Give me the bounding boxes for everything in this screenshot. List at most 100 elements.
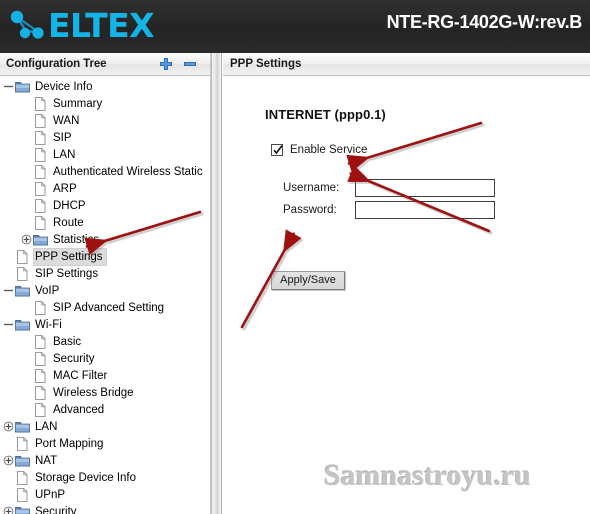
minus-icon[interactable] bbox=[182, 56, 198, 72]
document-icon bbox=[33, 113, 48, 128]
tree-item-arp[interactable]: ARP bbox=[0, 180, 210, 197]
tree-item-label: WAN bbox=[53, 114, 80, 127]
tree-item-summary[interactable]: Summary bbox=[0, 95, 210, 112]
plus-expander-icon[interactable] bbox=[2, 420, 15, 433]
tree-item-lan[interactable]: LAN bbox=[0, 146, 210, 163]
tree-item-label: SIP bbox=[53, 131, 72, 144]
tree-item-security[interactable]: Security bbox=[0, 350, 210, 367]
tree-item-basic[interactable]: Basic bbox=[0, 333, 210, 350]
document-icon bbox=[33, 215, 48, 230]
password-row: Password: bbox=[283, 201, 495, 219]
app-header: ELTEX NTE-RG-1402G-W:rev.B bbox=[0, 0, 590, 53]
tree-item-wireless-bridge[interactable]: Wireless Bridge bbox=[0, 384, 210, 401]
folder-icon bbox=[15, 80, 30, 94]
document-icon bbox=[33, 164, 48, 179]
document-icon bbox=[33, 334, 48, 349]
document-icon bbox=[33, 368, 48, 383]
folder-icon bbox=[15, 505, 30, 514]
document-icon bbox=[15, 470, 30, 485]
username-row: Username: bbox=[283, 179, 495, 197]
plus-icon[interactable] bbox=[158, 56, 174, 72]
tree-item-label: Basic bbox=[53, 335, 82, 348]
document-icon bbox=[15, 266, 30, 281]
document-icon bbox=[33, 96, 48, 111]
tree-item-voip[interactable]: VoIP bbox=[0, 282, 210, 299]
tree-item-route[interactable]: Route bbox=[0, 214, 210, 231]
document-icon bbox=[33, 181, 48, 196]
sidebar-header: Configuration Tree bbox=[0, 53, 210, 76]
tree-item-label: PPP Settings bbox=[34, 248, 106, 265]
enable-service-row[interactable]: Enable Service bbox=[271, 144, 367, 156]
tree-item-statistics[interactable]: Statistics bbox=[0, 231, 210, 248]
tree-item-label: Security bbox=[35, 505, 77, 514]
document-icon bbox=[33, 147, 48, 162]
tree-item-label: Device Info bbox=[35, 80, 93, 93]
tree-item-label: Wireless Bridge bbox=[53, 386, 134, 399]
tree-item-label: SIP Advanced Setting bbox=[53, 301, 165, 314]
brand-wordmark: ELTEX bbox=[48, 6, 155, 45]
document-icon bbox=[33, 385, 48, 400]
configuration-tree-panel: Configuration Tree Device Info Summary WAN… bbox=[0, 53, 211, 514]
tree-item-wi-fi[interactable]: Wi-Fi bbox=[0, 316, 210, 333]
folder-icon bbox=[33, 233, 48, 247]
tree-item-authenticated-wireless-static[interactable]: Authenticated Wireless Static bbox=[0, 163, 210, 180]
tree-item-port-mapping[interactable]: Port Mapping bbox=[0, 435, 210, 452]
apply-save-button[interactable]: Apply/Save bbox=[271, 271, 345, 290]
username-input[interactable] bbox=[355, 179, 495, 197]
plus-expander-icon[interactable] bbox=[2, 454, 15, 467]
document-icon bbox=[15, 436, 30, 451]
tree-item-label: SIP Settings bbox=[35, 267, 99, 280]
tree-item-label: VoIP bbox=[35, 284, 60, 297]
page-title: PPP Settings bbox=[230, 58, 302, 70]
tree-item-ppp-settings[interactable]: PPP Settings bbox=[0, 248, 210, 265]
tree-item-label: Advanced bbox=[53, 403, 105, 416]
document-icon bbox=[33, 300, 48, 315]
main-panel-header: PPP Settings bbox=[223, 53, 590, 76]
folder-icon bbox=[15, 420, 30, 434]
document-icon bbox=[15, 249, 30, 264]
site-watermark: Samnastroyu.ru bbox=[324, 459, 531, 492]
plus-expander-icon[interactable] bbox=[20, 233, 33, 246]
tree-item-mac-filter[interactable]: MAC Filter bbox=[0, 367, 210, 384]
tree-item-nat[interactable]: NAT bbox=[0, 452, 210, 469]
tree-item-sip[interactable]: SIP bbox=[0, 129, 210, 146]
molecule-icon bbox=[6, 7, 46, 45]
password-input[interactable] bbox=[355, 201, 495, 219]
tree-item-lan[interactable]: LAN bbox=[0, 418, 210, 435]
tree-item-label: Storage Device Info bbox=[35, 471, 137, 484]
document-icon bbox=[33, 130, 48, 145]
tree-item-label: NAT bbox=[35, 454, 58, 467]
minus-expander-icon[interactable] bbox=[2, 284, 15, 297]
folder-icon bbox=[15, 318, 30, 332]
panel-splitter[interactable] bbox=[211, 53, 222, 514]
tree-item-label: MAC Filter bbox=[53, 369, 108, 382]
tree-item-sip-settings[interactable]: SIP Settings bbox=[0, 265, 210, 282]
tree-item-device-info[interactable]: Device Info bbox=[0, 78, 210, 95]
tree-item-label: Authenticated Wireless Static bbox=[53, 165, 203, 178]
sidebar-title: Configuration Tree bbox=[6, 58, 107, 70]
tree-item-label: UPnP bbox=[35, 488, 66, 501]
tree-item-label: DHCP bbox=[53, 199, 86, 212]
tree-item-dhcp[interactable]: DHCP bbox=[0, 197, 210, 214]
minus-expander-icon[interactable] bbox=[2, 318, 15, 331]
tree-item-label: Port Mapping bbox=[35, 437, 104, 450]
tree-item-security[interactable]: Security bbox=[0, 503, 210, 514]
ppp-settings-panel: PPP Settings INTERNET (ppp0.1) Enable Se… bbox=[223, 53, 590, 514]
tree-item-storage-device-info[interactable]: Storage Device Info bbox=[0, 469, 210, 486]
username-label: Username: bbox=[283, 182, 340, 194]
enable-service-checkbox[interactable] bbox=[271, 144, 283, 156]
tree-item-sip-advanced-setting[interactable]: SIP Advanced Setting bbox=[0, 299, 210, 316]
tree-item-label: Route bbox=[53, 216, 84, 229]
tree-item-label: LAN bbox=[35, 420, 58, 433]
tree-item-wan[interactable]: WAN bbox=[0, 112, 210, 129]
folder-icon bbox=[15, 454, 30, 468]
tree-item-label: LAN bbox=[53, 148, 76, 161]
minus-expander-icon[interactable] bbox=[2, 80, 15, 93]
tree-item-upnp[interactable]: UPnP bbox=[0, 486, 210, 503]
plus-expander-icon[interactable] bbox=[2, 505, 15, 514]
tree-item-advanced[interactable]: Advanced bbox=[0, 401, 210, 418]
tree-item-label: Wi-Fi bbox=[35, 318, 62, 331]
document-icon bbox=[33, 198, 48, 213]
tree-item-label: Statistics bbox=[53, 233, 100, 246]
configuration-tree[interactable]: Device Info Summary WAN SIP LAN Authenticated… bbox=[0, 76, 210, 514]
